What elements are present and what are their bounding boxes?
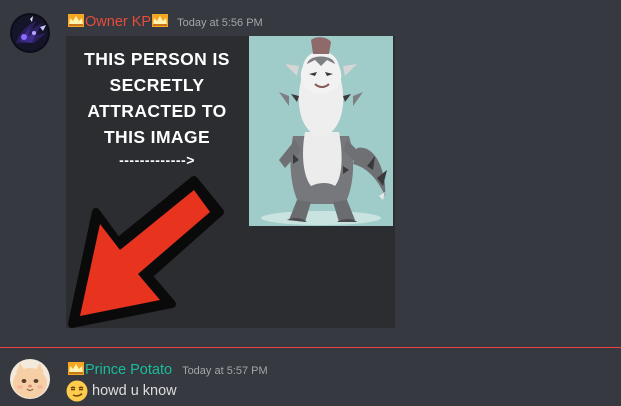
message-content: howd u know [66, 380, 177, 402]
meme-caption-line: THIS IMAGE [103, 127, 211, 147]
dark-purple-creature-avatar-icon [10, 13, 50, 53]
red-arrow-icon [68, 176, 224, 328]
avatar[interactable] [10, 13, 50, 53]
author-name[interactable]: Owner KP [85, 14, 151, 30]
potato-cat-avatar-icon [10, 359, 50, 399]
timestamp[interactable]: Today at 5:56 PM [177, 17, 263, 29]
crown-icon [152, 14, 169, 27]
message-header: Owner KP Today at 5:56 PM [68, 13, 263, 30]
gray-anthro-creature-drawing-icon [249, 36, 393, 226]
message-header: Prince Potato Today at 5:57 PM [68, 361, 268, 378]
image-attachment[interactable]: THIS PERSON IS SECRETLY ATTRACTED TO THI… [66, 36, 395, 328]
smirk-emoji-icon [66, 380, 88, 402]
crown-icon [68, 14, 84, 27]
meme-caption: THIS PERSON IS SECRETLY ATTRACTED TO THI… [66, 46, 248, 150]
new-messages-divider [0, 347, 621, 348]
avatar[interactable] [10, 359, 50, 399]
meme-dashed-arrow: -------------> [119, 152, 195, 168]
meme-caption-line: THIS PERSON IS [84, 49, 230, 69]
meme-caption-line: ATTRACTED TO [87, 101, 227, 121]
meme-caption-line: SECRETLY [109, 75, 205, 95]
crown-icon [68, 362, 84, 375]
message-text: howd u know [92, 383, 177, 399]
author-name[interactable]: Prince Potato [85, 362, 172, 378]
timestamp[interactable]: Today at 5:57 PM [182, 365, 268, 377]
chat-messages: Owner KP Today at 5:56 PM THIS PERSON IS… [0, 0, 621, 406]
